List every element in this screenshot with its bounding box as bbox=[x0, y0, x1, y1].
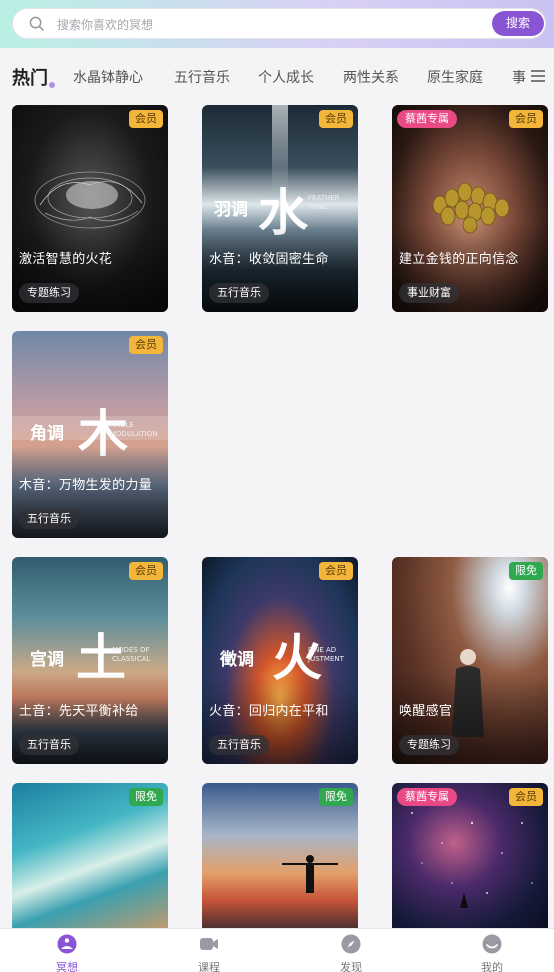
free-badge: 限免 bbox=[319, 788, 353, 806]
free-badge: 限免 bbox=[129, 788, 163, 806]
nav-label: 课程 bbox=[198, 961, 220, 972]
card-tag[interactable]: 专题练习 bbox=[399, 735, 459, 755]
card-tag[interactable]: 专题练习 bbox=[19, 283, 79, 303]
tab-growth[interactable]: 个人成长 bbox=[258, 67, 314, 87]
free-badge: 限免 bbox=[509, 562, 543, 580]
card-title: 土音：先天平衡补给 bbox=[19, 704, 139, 719]
course-card[interactable]: 限免 bbox=[202, 783, 358, 933]
exclusive-badge: 蔡茜专属 bbox=[397, 788, 457, 806]
meditation-icon bbox=[57, 934, 77, 954]
category-tabs: 热门 水晶钵静心 五行音乐 个人成长 两性关系 原生家庭 事 bbox=[0, 56, 554, 96]
nav-meditation[interactable]: 冥想 bbox=[37, 929, 97, 972]
member-badge: 会员 bbox=[509, 110, 543, 128]
card-tag[interactable]: 五行音乐 bbox=[19, 735, 79, 755]
calligraphy-label: 徵调 bbox=[220, 650, 254, 670]
profile-icon bbox=[482, 934, 502, 954]
card-tag[interactable]: 五行音乐 bbox=[209, 735, 269, 755]
menu-icon[interactable] bbox=[531, 70, 545, 82]
course-card[interactable]: 限免 bbox=[12, 783, 168, 933]
top-bar: 搜索你喜欢的冥想 搜索 bbox=[0, 0, 554, 48]
course-card[interactable]: 宫调 土 MODES OF CLASSICAL 会员 土音：先天平衡补给 五行音乐 bbox=[12, 557, 168, 764]
member-badge: 会员 bbox=[319, 562, 353, 580]
search-icon bbox=[29, 16, 44, 31]
course-card[interactable]: 限免 唤醒感官 专题练习 bbox=[392, 557, 548, 764]
member-badge: 会员 bbox=[509, 788, 543, 806]
nav-label: 我的 bbox=[481, 961, 503, 972]
member-badge: 会员 bbox=[129, 336, 163, 354]
course-card[interactable]: 会员 激活智慧的火花 专题练习 bbox=[12, 105, 168, 312]
calligraphy-english: FEATHER TONE bbox=[308, 194, 340, 211]
calligraphy-label: 羽调 bbox=[214, 200, 248, 220]
compass-icon bbox=[341, 934, 361, 954]
exclusive-badge: 蔡茜专属 bbox=[397, 110, 457, 128]
course-card[interactable]: 角调 木 ANGLE MODULATION 会员 木音：万物生发的力量 五行音乐 bbox=[12, 331, 168, 538]
tab-family[interactable]: 原生家庭 bbox=[427, 67, 483, 87]
tab-career[interactable]: 事 bbox=[512, 67, 528, 87]
card-title: 激活智慧的火花 bbox=[19, 252, 113, 267]
tab-crystal-bowl[interactable]: 水晶钵静心 bbox=[73, 67, 143, 87]
nav-label: 冥想 bbox=[56, 961, 78, 972]
member-badge: 会员 bbox=[319, 110, 353, 128]
video-icon bbox=[200, 938, 218, 950]
tab-relationship[interactable]: 两性关系 bbox=[343, 67, 399, 87]
card-title: 木音：万物生发的力量 bbox=[19, 478, 153, 493]
calligraphy-english: FINE AD JUSTMENT bbox=[308, 646, 344, 663]
nav-label: 发现 bbox=[340, 961, 362, 972]
course-card[interactable]: 羽调 水 FEATHER TONE 会员 水音：收敛固密生命 五行音乐 bbox=[202, 105, 358, 312]
course-card[interactable]: 蔡茜专属 会员 建立金钱的正向信念 事业财富 bbox=[392, 105, 548, 312]
course-card[interactable]: 蔡茜专属 会员 bbox=[392, 783, 548, 933]
search-input[interactable]: 搜索你喜欢的冥想 bbox=[57, 16, 153, 33]
calligraphy-label: 宫调 bbox=[30, 650, 64, 670]
card-tag[interactable]: 五行音乐 bbox=[19, 509, 79, 529]
card-tag[interactable]: 事业财富 bbox=[399, 283, 459, 303]
calligraphy-english: MODES OF CLASSICAL bbox=[112, 646, 151, 663]
search-bar[interactable]: 搜索你喜欢的冥想 搜索 bbox=[12, 8, 546, 39]
nav-profile[interactable]: 我的 bbox=[462, 929, 522, 972]
course-card[interactable]: 徵调 火 FINE AD JUSTMENT 会员 火音：回归内在平和 五行音乐 bbox=[202, 557, 358, 764]
card-tag[interactable]: 五行音乐 bbox=[209, 283, 269, 303]
card-title: 唤醒感官 bbox=[399, 704, 453, 719]
bottom-nav: 冥想 课程 发现 我的 bbox=[0, 928, 554, 972]
card-title: 火音：回归内在平和 bbox=[209, 704, 329, 719]
card-title: 水音：收敛固密生命 bbox=[209, 252, 329, 267]
active-tab-indicator bbox=[49, 82, 55, 88]
member-badge: 会员 bbox=[129, 562, 163, 580]
nav-course[interactable]: 课程 bbox=[179, 929, 239, 972]
tab-five-elements[interactable]: 五行音乐 bbox=[174, 67, 230, 87]
search-button[interactable]: 搜索 bbox=[492, 11, 544, 36]
calligraphy-english: ANGLE MODULATION bbox=[110, 421, 158, 438]
card-title: 建立金钱的正向信念 bbox=[399, 252, 519, 267]
nav-discover[interactable]: 发现 bbox=[321, 929, 381, 972]
tab-hot[interactable]: 热门 bbox=[12, 64, 48, 90]
calligraphy-label: 角调 bbox=[30, 424, 64, 444]
member-badge: 会员 bbox=[129, 110, 163, 128]
person-silhouette bbox=[282, 855, 338, 893]
